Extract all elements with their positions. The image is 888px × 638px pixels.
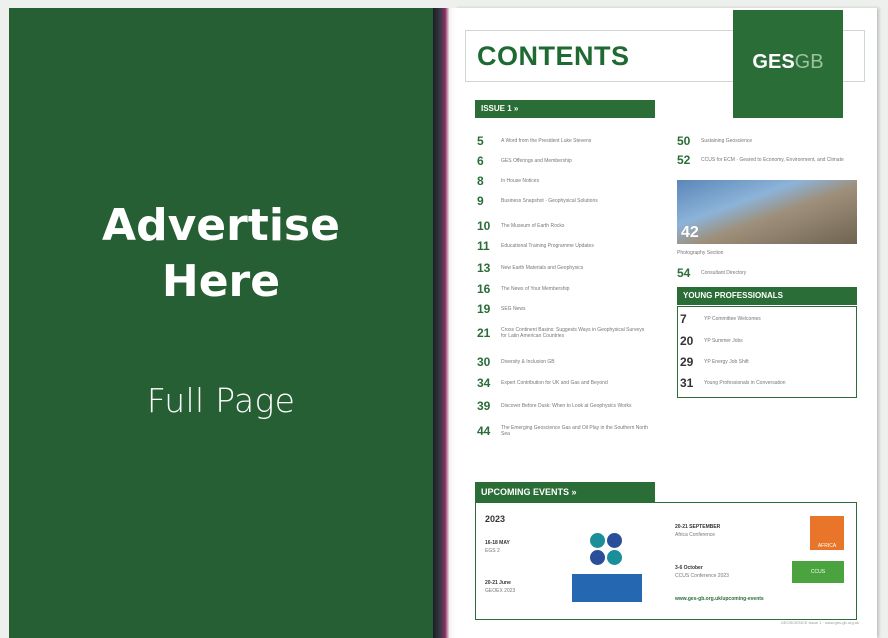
entry-title: The Emerging Geoscience Gas and Oil Play…	[501, 425, 649, 437]
ges-logo: GESGB	[733, 10, 843, 118]
events-link[interactable]: www.ges-gb.org.uk/upcoming-events	[675, 596, 764, 602]
yp-entry: 7 YP Committee Welcomes	[680, 312, 854, 326]
events-year: 2023	[485, 514, 506, 524]
cliff-photo	[677, 180, 857, 244]
contents-title: CONTENTS	[477, 41, 630, 71]
entry-title: The News of Your Membership	[501, 286, 570, 292]
entry-number: 9	[477, 194, 484, 208]
event-name: GEOEX 2023	[485, 588, 516, 594]
entry-number: 20	[680, 334, 694, 348]
entry-title: Sustaining Geoscience	[701, 138, 753, 144]
advert-subtitle: Full Page	[146, 381, 296, 420]
entry-title: GES Offerings and Membership	[501, 158, 572, 164]
entry-number: 21	[477, 326, 491, 340]
entry-number: 30	[477, 355, 491, 369]
photo-caption: Photography Section	[677, 250, 724, 256]
africa-conference-logo: AFRICA	[810, 516, 844, 550]
contents-entry: 13 New Earth Materials and Geophysics	[477, 261, 651, 275]
entry-number: 39	[477, 399, 491, 413]
entry-number: 50	[677, 134, 691, 148]
yp-entry: 29 YP Energy Job Shift	[680, 355, 854, 369]
ccus-conference-logo: CCUS	[792, 561, 844, 583]
entry-title: Business Snapshot · Geophysical Solution…	[501, 198, 598, 204]
yp-entry: 31 Young Professionals in Conversation	[680, 376, 854, 390]
issue-bar: ISSUE 1 »	[475, 100, 655, 118]
contents-entry: 5 A Word from the President Luke Stevens	[477, 134, 651, 148]
eage-logo	[587, 530, 627, 570]
contents-entry: 44 The Emerging Geoscience Gas and Oil Pl…	[477, 424, 651, 438]
contents-entry: 19 SEG News	[477, 302, 651, 316]
entry-title: YP Summer Jobs	[704, 338, 743, 344]
conference-logo	[572, 574, 642, 602]
advert-title: Advertise Here	[9, 198, 433, 310]
entry-number: 10	[477, 219, 491, 233]
entry-number: 16	[477, 282, 491, 296]
upcoming-events-bar: UPCOMING EVENTS »	[475, 482, 655, 502]
entry-number: 54	[677, 266, 691, 280]
entry-title: Young Professionals in Conversation	[704, 380, 786, 386]
entry-number: 29	[680, 355, 694, 369]
entry-title: YP Energy Job Shift	[704, 359, 749, 365]
entry-number: 19	[477, 302, 491, 316]
logo-suffix: GB	[794, 51, 824, 73]
contents-entry: 34 Expert Contribution for UK and Gas and…	[477, 376, 651, 390]
entry-title: Discover Before Dusk: When to Look at Ge…	[501, 403, 632, 409]
entry-title: Diversity & Inclusion GB	[501, 359, 555, 365]
entry-number: 31	[680, 376, 694, 390]
contents-entry: 11 Educational Training Programme Updates	[477, 239, 651, 253]
magazine-page: CONTENTS GESGB ISSUE 1 » 5 A Word from th…	[455, 8, 877, 638]
entry-title: Educational Training Programme Updates	[501, 243, 594, 249]
page-footer: GEOSCIENCE Issue 1 · www.ges-gb.org.uk	[780, 620, 859, 625]
photo-page-number: 42	[681, 224, 699, 241]
event-name: Africa Conference	[675, 532, 716, 538]
entry-number: 44	[477, 424, 491, 438]
event-name: EGS 2	[485, 548, 500, 554]
entry-number: 8	[477, 174, 484, 188]
entry-title: YP Committee Welcomes	[704, 316, 761, 322]
entry-title: The Museum of Earth Rocks	[501, 223, 565, 229]
event-date: 20-21 June	[485, 580, 511, 586]
entry-number: 6	[477, 154, 484, 168]
contents-entry: 50 Sustaining Geoscience	[677, 134, 851, 148]
entry-title: Expert Contribution for UK and Gas and B…	[501, 380, 608, 386]
yp-entry: 20 YP Summer Jobs	[680, 334, 854, 348]
event-date: 3-6 October	[675, 565, 703, 571]
entry-number: 5	[477, 134, 484, 148]
young-professionals-bar: YOUNG PROFESSIONALS	[677, 287, 857, 305]
contents-entry: 8 In House Notices	[477, 174, 651, 188]
logo-main: GES	[752, 51, 795, 73]
entry-title: Cross Continent Basins: Suggests Ways in…	[501, 327, 645, 339]
contents-entry: 54 Consultant Directory	[677, 266, 851, 280]
event-date: 16-18 MAY	[485, 540, 510, 546]
entry-title: SEG News	[501, 306, 526, 312]
event-name: CCUS Conference 2023	[675, 573, 729, 579]
contents-entry: 6 GES Offerings and Membership	[477, 154, 651, 168]
entry-title: A Word from the President Luke Stevens	[501, 138, 592, 144]
contents-entry: 10 The Museum of Earth Rocks	[477, 219, 651, 233]
contents-entry: 52 CCUS for ECM · Geared to Economy, Envi…	[677, 153, 851, 167]
entry-number: 11	[477, 239, 490, 253]
entry-title: Consultant Directory	[701, 270, 747, 276]
entry-title: New Earth Materials and Geophysics	[501, 265, 584, 271]
entry-title: CCUS for ECM · Geared to Economy, Enviro…	[701, 157, 844, 163]
contents-entry: 30 Diversity & Inclusion GB	[477, 355, 651, 369]
magazine-spine	[433, 8, 455, 638]
contents-entry: 9 Business Snapshot · Geophysical Solutio…	[477, 194, 651, 208]
contents-entry: 16 The News of Your Membership	[477, 282, 651, 296]
entry-number: 7	[680, 312, 687, 326]
entry-number: 34	[477, 376, 491, 390]
contents-entry: 21 Cross Continent Basins: Suggests Ways …	[477, 326, 651, 340]
advert-panel: Advertise Here Full Page	[9, 8, 433, 638]
event-date: 20-21 SEPTEMBER	[675, 524, 721, 530]
entry-number: 52	[677, 153, 691, 167]
contents-entry: 39 Discover Before Dusk: When to Look at …	[477, 399, 651, 413]
entry-number: 13	[477, 261, 491, 275]
advert-title-line2: Here	[161, 256, 281, 307]
entry-title: In House Notices	[501, 178, 540, 184]
advert-title-line1: Advertise	[102, 200, 340, 251]
